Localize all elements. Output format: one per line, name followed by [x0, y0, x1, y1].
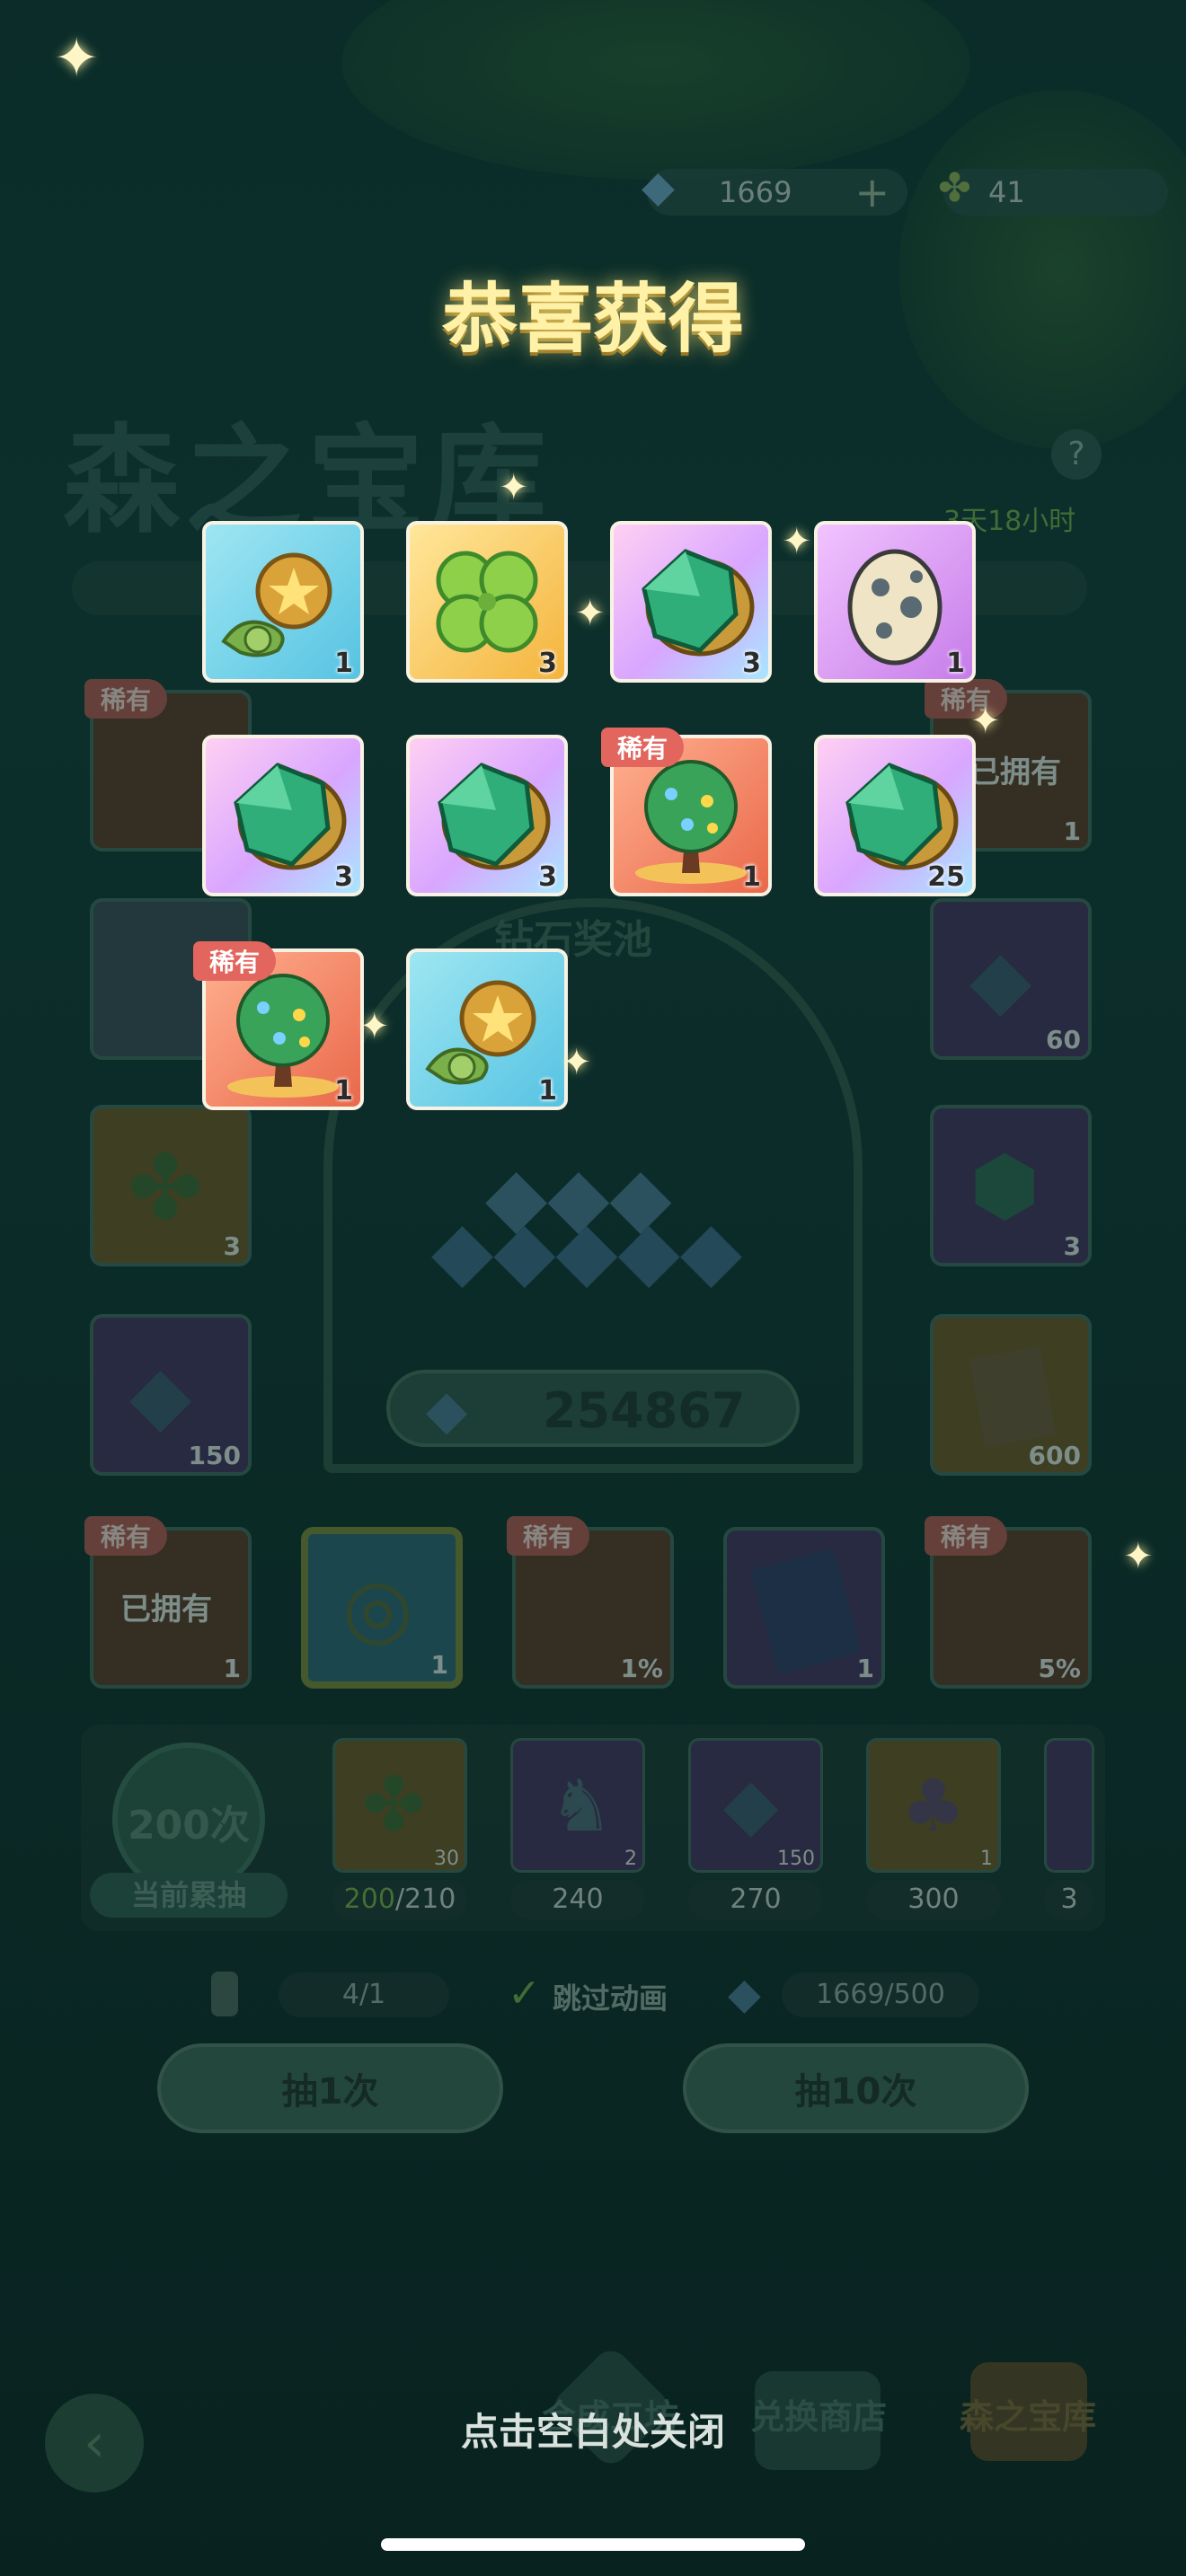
reward-item-emerald-coin: 3: [202, 735, 364, 896]
reward-item-emerald-coin: 3: [610, 521, 772, 683]
sparkle-icon: ✦: [782, 521, 812, 562]
reward-item-coin-snail: 1: [406, 948, 568, 1110]
reward-item-clover: 3: [406, 521, 568, 683]
sparkle-icon: ✦: [54, 27, 100, 90]
reward-item-gem-tree: 稀有 1: [601, 728, 772, 896]
reward-item-coin-snail: 1: [202, 521, 364, 683]
popup-title: 恭喜获得: [441, 275, 744, 363]
sparkle-icon: ✦: [1123, 1536, 1154, 1577]
sparkle-icon: ✦: [359, 1006, 390, 1047]
close-hint[interactable]: 点击空白处关闭: [0, 2402, 1186, 2457]
reward-popup: 恭喜获得 1 3 3 1 3 3 稀有 1 25 稀有 1 1 ✦ ✦ ✦ ✦ …: [0, 0, 1186, 2576]
reward-item-gem-tree: 稀有 1: [193, 941, 364, 1110]
sparkle-icon: ✦: [970, 701, 1001, 742]
sparkle-icon: ✦: [499, 467, 529, 508]
reward-item-spotted-egg: 1: [814, 521, 976, 683]
home-indicator[interactable]: [381, 2538, 805, 2551]
reward-item-emerald-coin: 25: [814, 735, 976, 896]
sparkle-icon: ✦: [575, 593, 606, 634]
reward-item-emerald-coin: 3: [406, 735, 568, 896]
sparkle-icon: ✦: [562, 1042, 592, 1083]
